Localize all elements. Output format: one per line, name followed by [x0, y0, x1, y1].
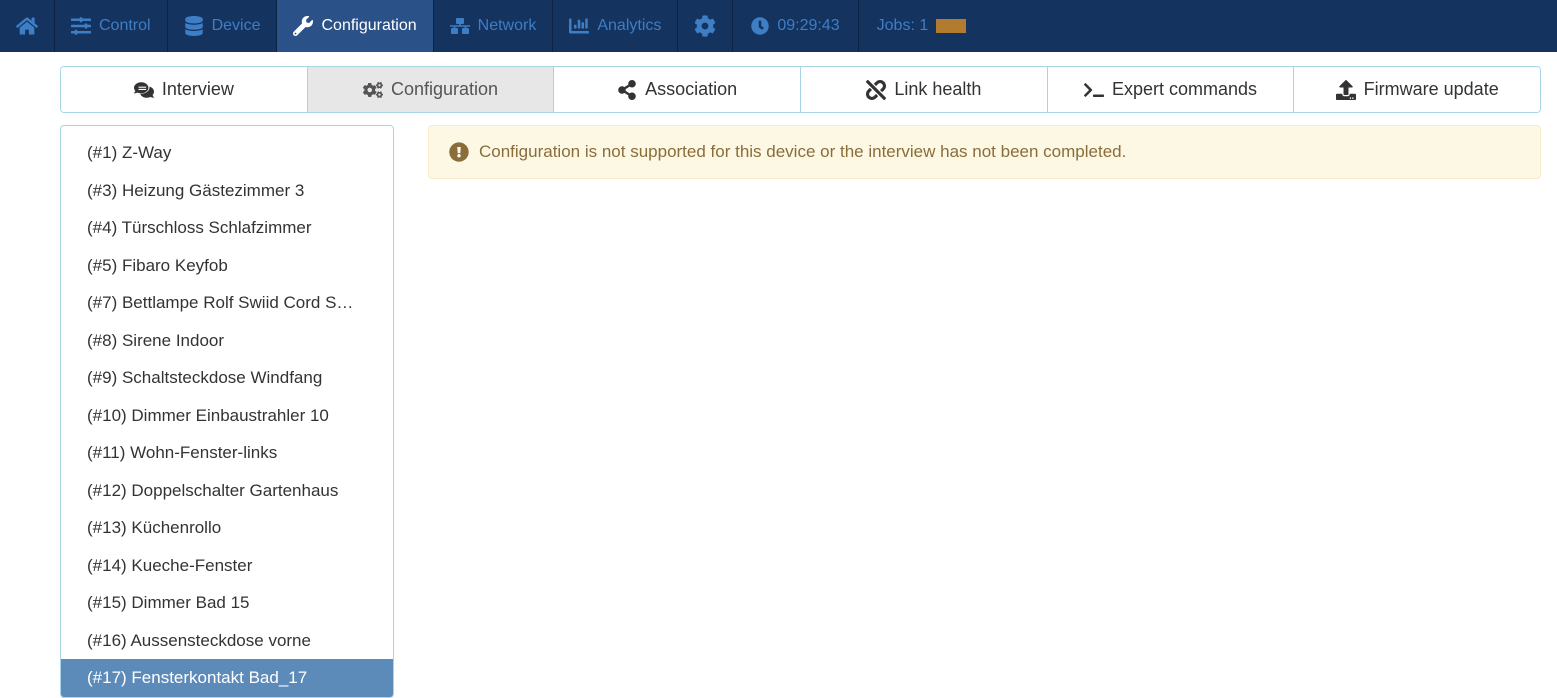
- device-list: (#1) Z-Way(#3) Heizung Gästezimmer 3(#4)…: [60, 125, 394, 698]
- tab-link-health-label: Link health: [894, 79, 981, 100]
- nav-time: 09:29:43: [733, 0, 858, 52]
- device-item[interactable]: (#12) Doppelschalter Gartenhaus: [61, 472, 393, 510]
- nav-analytics[interactable]: Analytics: [553, 0, 678, 52]
- unlink-icon: [866, 80, 886, 100]
- nav-device[interactable]: Device: [168, 0, 278, 52]
- tab-interview[interactable]: Interview: [61, 67, 308, 112]
- device-item[interactable]: (#15) Dimmer Bad 15: [61, 584, 393, 622]
- nav-network-label: Network: [478, 17, 537, 35]
- device-item[interactable]: (#13) Küchenrollo: [61, 509, 393, 547]
- gears-icon: [363, 80, 383, 100]
- tab-configuration-label: Configuration: [391, 79, 498, 100]
- device-item[interactable]: (#17) Fensterkontakt Bad_17: [61, 659, 393, 697]
- device-item[interactable]: (#1) Z-Way: [61, 126, 393, 172]
- device-item[interactable]: (#8) Sirene Indoor: [61, 322, 393, 360]
- tab-configuration[interactable]: Configuration: [308, 67, 555, 112]
- tab-expert-commands[interactable]: Expert commands: [1048, 67, 1295, 112]
- tab-firmware-update[interactable]: Firmware update: [1294, 67, 1540, 112]
- warning-icon: [449, 142, 469, 162]
- nav-configuration-label: Configuration: [321, 17, 416, 35]
- alert-message: Configuration is not supported for this …: [479, 142, 1126, 162]
- device-item[interactable]: (#16) Aussensteckdose vorne: [61, 622, 393, 660]
- device-item[interactable]: (#5) Fibaro Keyfob: [61, 247, 393, 285]
- nav-settings[interactable]: [678, 0, 733, 52]
- device-item[interactable]: (#14) Kueche-Fenster: [61, 547, 393, 585]
- tab-association-label: Association: [645, 79, 737, 100]
- nav-jobs[interactable]: Jobs: 1: [859, 0, 985, 52]
- tab-association[interactable]: Association: [554, 67, 801, 112]
- nav-analytics-label: Analytics: [597, 17, 661, 35]
- home-icon: [16, 15, 38, 37]
- device-item[interactable]: (#3) Heizung Gästezimmer 3: [61, 172, 393, 210]
- tab-expert-commands-label: Expert commands: [1112, 79, 1257, 100]
- network-icon: [450, 16, 470, 36]
- jobs-progress-bar: [936, 19, 966, 33]
- configuration-alert: Configuration is not supported for this …: [428, 125, 1541, 179]
- device-item[interactable]: (#10) Dimmer Einbaustrahler 10: [61, 397, 393, 435]
- device-item[interactable]: (#7) Bettlampe Rolf Swiid Cord S…: [61, 284, 393, 322]
- bars-icon: [569, 16, 589, 36]
- sliders-icon: [71, 16, 91, 36]
- wrench-icon: [293, 16, 313, 36]
- terminal-icon: [1084, 80, 1104, 100]
- nav-control-label: Control: [99, 17, 151, 35]
- nav-configuration[interactable]: Configuration: [277, 0, 433, 52]
- upload-icon: [1336, 80, 1356, 100]
- time-value: 09:29:43: [777, 17, 839, 35]
- tab-interview-label: Interview: [162, 79, 234, 100]
- share-icon: [617, 80, 637, 100]
- tab-firmware-update-label: Firmware update: [1364, 79, 1499, 100]
- tab-link-health[interactable]: Link health: [801, 67, 1048, 112]
- clock-icon: [751, 17, 769, 35]
- database-icon: [184, 16, 204, 36]
- chat-icon: [134, 80, 154, 100]
- gear-icon: [694, 15, 716, 37]
- device-item[interactable]: (#11) Wohn-Fenster-links: [61, 434, 393, 472]
- nav-network[interactable]: Network: [434, 0, 554, 52]
- device-item[interactable]: (#4) Türschloss Schlafzimmer: [61, 209, 393, 247]
- nav-home[interactable]: [0, 0, 55, 52]
- top-navigation: Control Device Configuration Network Ana…: [0, 0, 1557, 52]
- device-item[interactable]: (#9) Schaltsteckdose Windfang: [61, 359, 393, 397]
- nav-control[interactable]: Control: [55, 0, 168, 52]
- nav-device-label: Device: [212, 17, 261, 35]
- jobs-label: Jobs: 1: [877, 17, 929, 35]
- subtabs: Interview Configuration Association Link…: [60, 66, 1541, 113]
